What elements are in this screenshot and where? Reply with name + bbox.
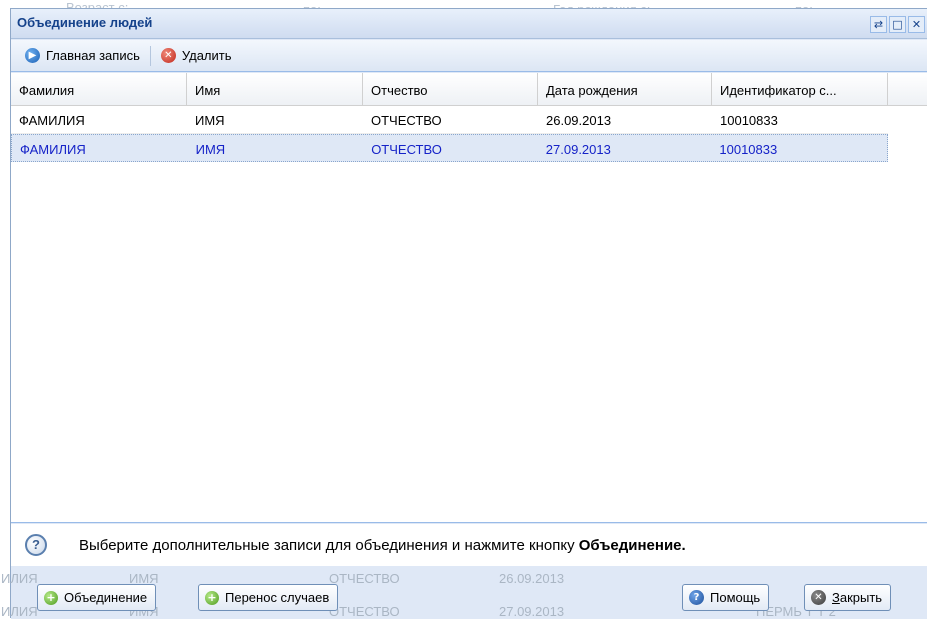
bg-row2-patronymic: ОТЧЕСТВО <box>329 604 400 619</box>
column-header-id[interactable]: Идентификатор с... <box>712 73 888 105</box>
help-icon: ? <box>25 534 47 556</box>
cell-lastname: ФАМИЛИЯ <box>20 142 86 157</box>
merge-button[interactable]: + Объединение <box>37 584 157 611</box>
merge-people-dialog: Объединение людей ⇄ □ ✕ ▶ Главная запись… <box>1 8 927 619</box>
bg-row2-date: 27.09.2013 <box>499 604 565 619</box>
transfer-cases-button[interactable]: + Перенос случаев <box>198 584 339 611</box>
dialog-footer: ИЛИЯ ИМЯ ОТЧЕСТВО 26.09.2013 ИЛИЯ ИМЯ ОТ… <box>1 567 927 619</box>
close-label: Закрыть <box>832 590 883 605</box>
add-icon: + <box>205 590 219 605</box>
hint-message: Выберите дополнительные записи для объед… <box>79 536 579 554</box>
play-icon: ▶ <box>25 48 40 63</box>
cell-patronymic: ОТЧЕСТВО <box>371 113 442 128</box>
column-header-patronymic[interactable]: Отчество <box>363 73 538 105</box>
main-record-label: Главная запись <box>46 48 140 63</box>
bg-row1-patronymic: ОТЧЕСТВО <box>329 571 400 586</box>
delete-button[interactable]: ✕ Удалить <box>155 46 238 65</box>
grid-header: Фамилия Имя Отчество Дата рождения Идент… <box>11 73 927 106</box>
column-header-lastname[interactable]: Фамилия <box>11 73 187 105</box>
bg-row1-date: 26.09.2013 <box>499 571 565 586</box>
delete-icon: ✕ <box>160 48 176 63</box>
close-icon: ✕ <box>811 590 826 605</box>
refresh-icon[interactable]: ⇄ <box>870 16 887 33</box>
dialog-titlebar[interactable]: Объединение людей ⇄ □ ✕ <box>11 9 927 39</box>
maximize-icon[interactable]: □ <box>889 16 906 33</box>
hint-bold-word: Объединение. <box>578 536 686 554</box>
cell-birth-date: 27.09.2013 <box>545 142 611 157</box>
cell-birth-date: 26.09.2013 <box>546 113 612 128</box>
column-header-firstname[interactable]: Имя <box>187 73 363 105</box>
table-row[interactable]: ФАМИЛИЯ ИМЯ ОТЧЕСТВО 26.09.2013 10010833 <box>11 106 888 134</box>
hint-bar: ? Выберите дополнительные записи для объ… <box>11 524 927 566</box>
window-tools: ⇄ □ ✕ <box>870 16 925 33</box>
toolbar-separator <box>149 45 151 66</box>
delete-label: Удалить <box>181 48 232 63</box>
help-button[interactable]: ? Помощь <box>682 584 770 611</box>
column-header-filler <box>888 73 927 105</box>
merge-label: Объединение <box>64 590 148 605</box>
dialog-title: Объединение людей <box>17 15 153 30</box>
cell-firstname: ИМЯ <box>195 113 225 128</box>
cell-lastname: ФАМИЛИЯ <box>19 113 85 128</box>
people-grid: Фамилия Имя Отчество Дата рождения Идент… <box>11 73 927 523</box>
add-icon: + <box>44 590 58 605</box>
close-icon[interactable]: ✕ <box>908 16 925 33</box>
table-row-selected[interactable]: ФАМИЛИЯ ИМЯ ОТЧЕСТВО 27.09.2013 10010833 <box>11 134 888 162</box>
cell-id: 10010833 <box>719 142 778 157</box>
cell-patronymic: ОТЧЕСТВО <box>371 142 442 157</box>
help-icon: ? <box>689 590 704 605</box>
hint-text: Выберите дополнительные записи для объед… <box>79 537 686 554</box>
column-header-birth-date[interactable]: Дата рождения <box>538 73 712 105</box>
transfer-cases-label: Перенос случаев <box>225 590 330 605</box>
cell-firstname: ИМЯ <box>195 142 226 157</box>
help-label: Помощь <box>710 590 761 605</box>
cell-id: 10010833 <box>720 113 778 128</box>
close-button[interactable]: ✕ Закрыть <box>804 584 892 611</box>
main-record-button[interactable]: ▶ Главная запись <box>19 46 146 65</box>
dialog-toolbar: ▶ Главная запись ✕ Удалить <box>11 40 927 72</box>
